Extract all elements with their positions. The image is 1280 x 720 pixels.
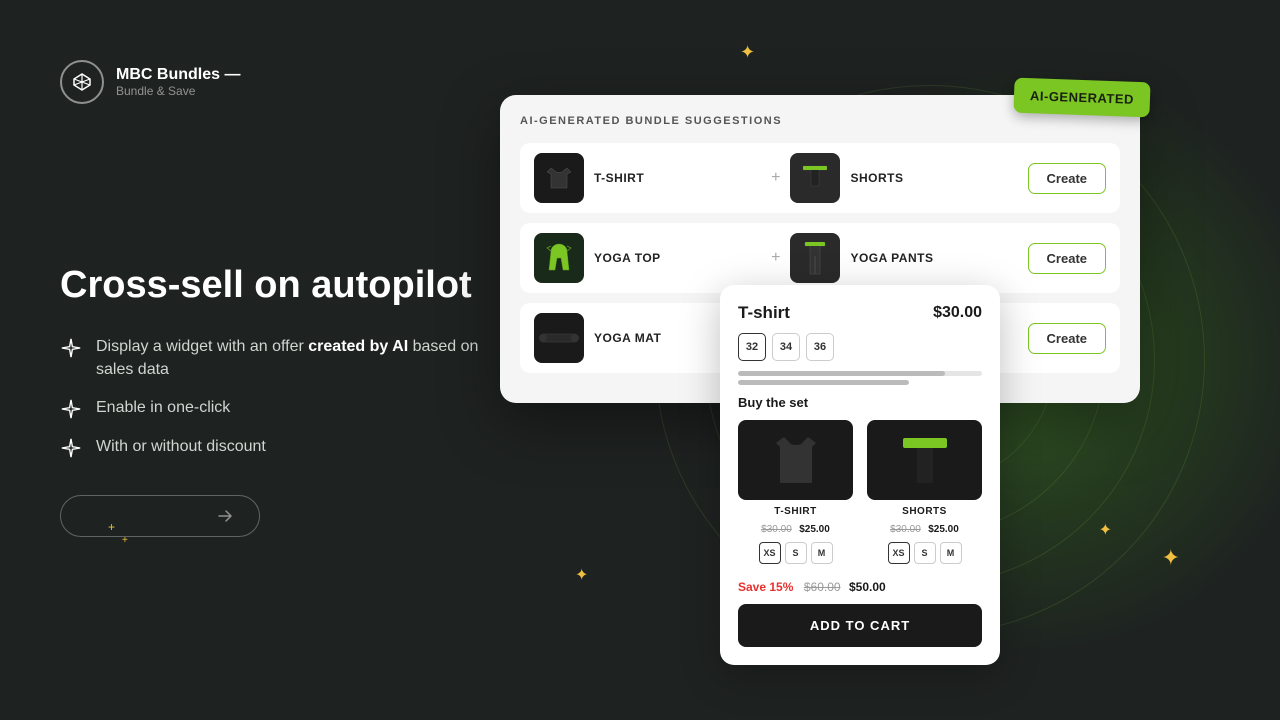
thumb-size-s-shorts[interactable]: S [914,542,936,564]
thumb-img-tshirt [738,420,853,500]
cta-pill-button[interactable] [60,495,260,537]
bundle-product-1-label: T-SHIRT [594,171,761,185]
left-panel: MBC Bundles — Bundle & Save Cross-sell o… [60,0,510,720]
arrow-right-icon [215,506,235,526]
bundle-product-3-label: YOGA TOP [594,251,761,265]
thumb-prices-tshirt: $30.00 $25.00 [738,519,853,537]
thumb-label-tshirt: T-SHIRT [738,506,853,517]
plus-sign-2: + [771,249,780,267]
sparkle-deco-2: ✦ [575,565,588,585]
size-chip-36[interactable]: 36 [806,333,834,361]
buy-the-set-label: Buy the set [738,395,982,410]
thumb-new-price-shorts: $25.00 [928,524,959,535]
sparkle-icon-2 [60,398,82,420]
thumb-label-shorts: SHORTS [867,506,982,517]
logo-subtitle: Bundle & Save [116,84,240,98]
size-chip-34[interactable]: 34 [772,333,800,361]
sparkle-icon-3 [60,437,82,459]
yoga-mat-icon-container [534,313,584,363]
feature-item-1: Display a widget with an offer created b… [60,336,510,381]
thumb-size-m-tshirt[interactable]: M [811,542,833,564]
product-thumbnails: T-SHIRT $30.00 $25.00 XS S M [738,420,982,564]
yoga-top-icon [541,238,577,278]
popup-product-name: T-shirt [738,303,790,323]
bundle-product-2-label: SHORTS [850,171,1017,185]
sparkle-deco-1: ✦ [740,42,755,63]
logo-circle [60,60,104,104]
shorts-icon [799,160,831,196]
thumb-item-shorts: SHORTS $30.00 $25.00 XS S M [867,420,982,564]
popup-price: $30.00 [933,304,982,322]
logo-icon [71,71,93,93]
main-heading: Cross-sell on autopilot [60,263,510,309]
create-btn-2[interactable]: Create [1028,243,1106,274]
yoga-top-icon-container [534,233,584,283]
popup-header: T-shirt $30.00 [738,303,982,323]
yoga-mat-icon [537,327,581,349]
sparkle-icon-1 [60,337,82,359]
thumb-size-s-tshirt[interactable]: S [785,542,807,564]
save-row: Save 15% $60.00 $50.00 [738,578,982,596]
thumb-old-price-shorts: $30.00 [890,524,921,535]
bundle-card-title: AI-GENERATED BUNDLE SUGGESTIONS [520,115,1120,127]
thumb-shorts-svg [895,425,955,495]
save-percent: Save 15% [738,580,793,594]
bundle-row-2: YOGA TOP + YOGA PANTS Create [520,223,1120,293]
save-new-total: $50.00 [849,580,886,594]
bundle-product-4-label: YOGA PANTS [850,251,1017,265]
plus-sign-1: + [771,169,780,187]
create-btn-3[interactable]: Create [1028,323,1106,354]
thumb-size-m-shorts[interactable]: M [940,542,962,564]
logo-text-block: MBC Bundles — Bundle & Save [116,66,240,98]
shorts-icon-container-1 [790,153,840,203]
logo-row: MBC Bundles — Bundle & Save [60,60,240,104]
thumb-old-price-tshirt: $30.00 [761,524,792,535]
right-panel: AI-GENERATED AI-GENERATED BUNDLE SUGGEST… [500,95,1140,403]
size-options: 32 34 36 [738,333,982,361]
feature-item-3: With or without discount [60,436,510,459]
thumb-prices-shorts: $30.00 $25.00 [867,519,982,537]
progress-bars [738,371,982,385]
logo-title: MBC Bundles — [116,66,240,84]
bundle-row-1: T-SHIRT + SHORTS Create [520,143,1120,213]
hero-content: Cross-sell on autopilot Display a widget… [60,263,510,537]
feature-list: Display a widget with an offer created b… [60,336,510,459]
tshirt-icon-container-1 [534,153,584,203]
thumb-new-price-tshirt: $25.00 [799,524,830,535]
add-to-cart-button[interactable]: ADD TO CART [738,604,982,647]
thumb-size-xs-tshirt[interactable]: XS [759,542,781,564]
feature-text-3: With or without discount [96,436,266,458]
thumb-sizes-tshirt: XS S M [738,542,853,564]
tshirt-icon [541,160,577,196]
thumb-tshirt-svg [766,425,826,495]
thumb-img-shorts [867,420,982,500]
thumb-item-tshirt: T-SHIRT $30.00 $25.00 XS S M [738,420,853,564]
thumb-size-xs-shorts[interactable]: XS [888,542,910,564]
yoga-pants-icon-container [790,233,840,283]
sparkle-deco-3: ✦ [1099,520,1112,540]
feature-item-2: Enable in one-click [60,397,510,420]
save-total: $60.00 [804,580,841,594]
sparkle-deco-4: ✦ [1162,545,1180,571]
thumb-sizes-shorts: XS S M [867,542,982,564]
feature-text-1: Display a widget with an offer created b… [96,336,510,381]
product-popup: T-shirt $30.00 32 34 36 Buy the set [720,285,1000,665]
create-btn-1[interactable]: Create [1028,163,1106,194]
yoga-pants-icon [801,238,829,278]
size-chip-32[interactable]: 32 [738,333,766,361]
ai-badge: AI-GENERATED [1013,78,1150,118]
feature-text-2: Enable in one-click [96,397,230,419]
